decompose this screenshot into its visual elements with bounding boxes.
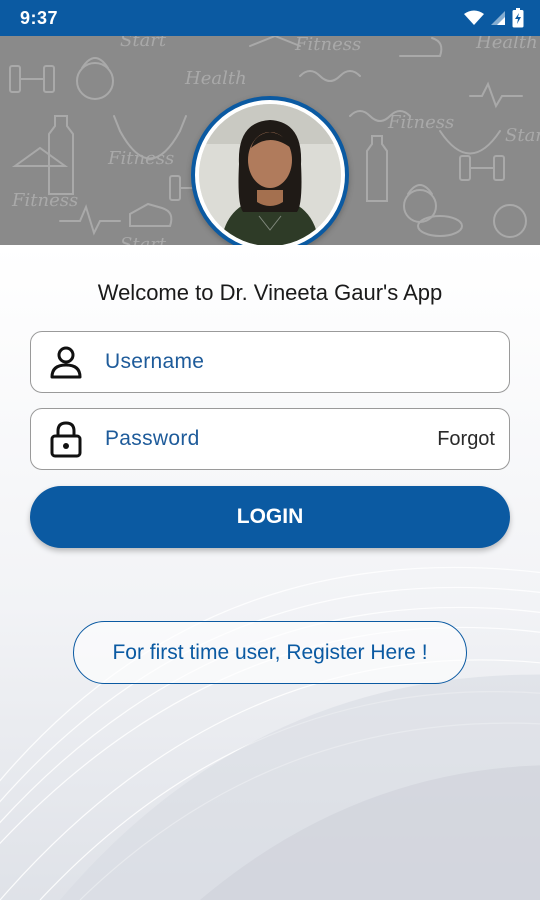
status-icons: [464, 8, 524, 28]
svg-text:Health: Health: [475, 36, 538, 53]
lock-icon: [35, 420, 97, 458]
forgot-password-link[interactable]: Forgot: [437, 428, 509, 451]
battery-icon: [512, 8, 524, 28]
svg-text:Fitness: Fitness: [294, 36, 361, 55]
username-field[interactable]: [30, 331, 510, 393]
svg-text:Fitness: Fitness: [11, 190, 78, 211]
svg-text:Start: Start: [120, 36, 167, 51]
doctor-portrait-image: [199, 104, 341, 245]
status-time: 9:37: [20, 7, 59, 28]
profile-photo-frame: [191, 96, 349, 245]
doctor-avatar: [199, 104, 341, 245]
password-field[interactable]: Forgot: [30, 408, 510, 470]
login-button[interactable]: LOGIN: [30, 486, 510, 548]
username-input[interactable]: [97, 350, 509, 374]
svg-text:Start: Start: [505, 125, 540, 146]
user-icon: [35, 344, 97, 380]
password-input[interactable]: [97, 427, 438, 451]
header-banner: Fitness Start Fitness Start Health Fitne…: [0, 36, 540, 245]
svg-text:Fitness: Fitness: [107, 148, 174, 169]
svg-text:Fitness: Fitness: [387, 112, 454, 133]
register-button[interactable]: For first time user, Register Here !: [73, 621, 467, 684]
wifi-icon: [464, 10, 484, 25]
svg-text:Health: Health: [184, 68, 247, 89]
welcome-heading: Welcome to Dr. Vineeta Gaur's App: [97, 280, 443, 305]
signal-icon: [491, 11, 505, 25]
svg-text:Start: Start: [120, 234, 167, 245]
status-bar: 9:37: [0, 0, 540, 36]
